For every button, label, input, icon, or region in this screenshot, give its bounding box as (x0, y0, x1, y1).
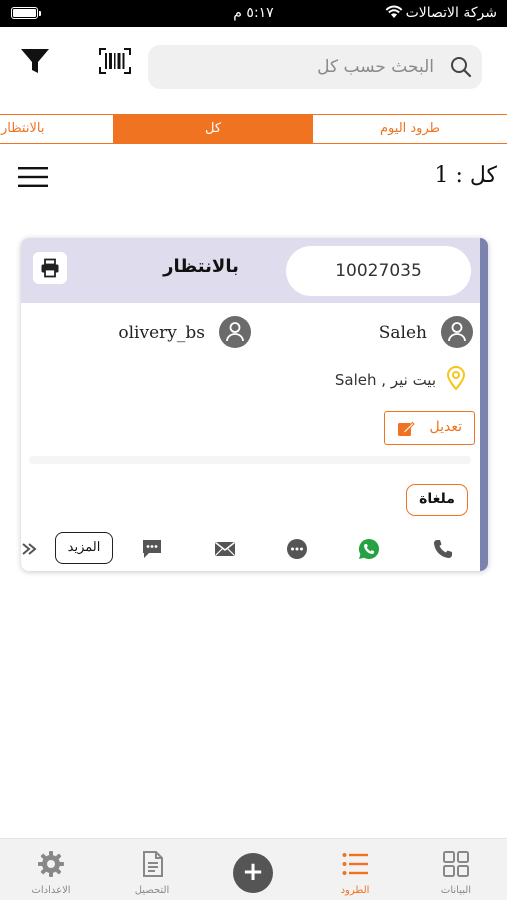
filter-icon[interactable] (17, 43, 53, 79)
nav-parcels-label: الطرود (340, 885, 370, 896)
receiver-name: Saleh (378, 323, 427, 343)
tab-all[interactable]: كل (114, 114, 312, 144)
nav-data-label: البيانات (440, 885, 472, 896)
phone-icon (434, 540, 452, 558)
tab-today-parcels[interactable]: طرود اليوم (312, 114, 507, 144)
document-icon (143, 851, 163, 877)
cancelled-badge[interactable]: ملغاة (406, 484, 468, 516)
bottom-navigation: البيانات الطرود + التحصيل الاعدادات (0, 838, 507, 900)
status-color-strip (480, 238, 488, 571)
nav-collection[interactable]: التحصيل (102, 839, 202, 900)
edit-icon (398, 421, 415, 436)
gear-icon (38, 851, 64, 877)
receiver-info: Saleh (321, 316, 473, 350)
sender-avatar-icon (219, 316, 251, 348)
barcode-scanner-icon[interactable] (98, 47, 132, 75)
whatsapp-icon (358, 538, 379, 560)
nav-parcels[interactable]: الطرود (305, 839, 405, 900)
nav-collection-label: التحصيل (134, 885, 170, 896)
printer-icon (41, 258, 59, 278)
search-input[interactable] (158, 45, 434, 89)
order-status: بالانتظار (163, 256, 239, 277)
sender-info: olivery_bs (111, 316, 251, 350)
hamburger-menu-icon[interactable] (18, 166, 48, 188)
sms-button[interactable] (134, 531, 170, 567)
chat-button[interactable] (279, 531, 315, 567)
delivery-address: بيت نير , Saleh (311, 366, 466, 392)
location-pin-icon (446, 366, 466, 394)
grid-icon (443, 851, 469, 877)
edit-button[interactable]: تعديل (384, 411, 475, 445)
results-count: كل : 1 (434, 163, 497, 188)
print-button[interactable] (33, 252, 67, 284)
card-header: بالانتظار 10027035 (21, 238, 488, 303)
filter-tabs: بالانتظار كل طرود اليوم (0, 114, 507, 144)
share-icon (22, 543, 37, 555)
more-button[interactable]: المزيد (55, 532, 113, 564)
edit-label: تعديل (429, 419, 463, 435)
tab-waiting[interactable]: بالانتظار (0, 114, 114, 144)
list-icon (342, 853, 368, 875)
clock: ٥:١٧ م (233, 5, 274, 21)
nav-settings[interactable]: الاعدادات (1, 839, 101, 900)
mail-icon (215, 541, 235, 556)
search-bar[interactable] (148, 45, 482, 89)
status-bar: شركة الاتصالات ٥:١٧ م (0, 0, 507, 27)
add-icon: + (233, 853, 273, 893)
search-icon (450, 56, 472, 78)
nav-settings-label: الاعدادات (31, 885, 71, 896)
share-button[interactable] (21, 531, 47, 567)
address-text: بيت نير , Saleh (334, 371, 436, 389)
divider (29, 456, 471, 464)
card-actions: المزيد (21, 531, 488, 567)
message-icon (143, 540, 161, 558)
sender-name: olivery_bs (118, 323, 205, 343)
nav-add[interactable]: + (203, 839, 303, 900)
battery-icon (11, 7, 41, 19)
email-button[interactable] (207, 531, 243, 567)
receiver-avatar-icon (441, 316, 473, 348)
order-number[interactable]: 10027035 (286, 246, 471, 296)
call-button[interactable] (425, 531, 461, 567)
chat-bubble-icon (287, 539, 307, 559)
order-card[interactable]: بالانتظار 10027035 Saleh olivery_bs بيت … (21, 238, 488, 571)
whatsapp-button[interactable] (351, 531, 387, 567)
nav-data[interactable]: البيانات (406, 839, 506, 900)
